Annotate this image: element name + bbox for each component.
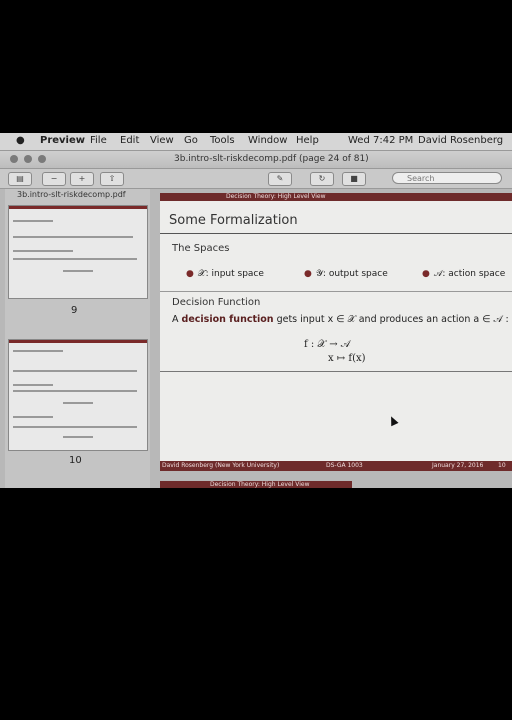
sidebar-file-name[interactable]: 3b.intro-slt-riskdecomp.pdf <box>5 189 150 201</box>
footer-page: 10 <box>498 462 506 469</box>
slide-header-text: Decision Theory: High Level View <box>226 193 326 200</box>
menu-help[interactable]: Help <box>296 135 319 146</box>
menu-file[interactable]: File <box>90 135 107 146</box>
share-icon[interactable]: ⇧ <box>100 172 124 186</box>
markup-pen-icon[interactable]: ✎ <box>268 172 292 186</box>
bullet-output-space: ● 𝒴: output space <box>304 269 388 279</box>
slide-footer: David Rosenberg (New York University) DS… <box>160 461 512 471</box>
window-titlebar: 3b.intro-slt-riskdecomp.pdf (page 24 of … <box>0 151 512 169</box>
math-element-line: x ↦ f(x) <box>328 353 366 364</box>
menu-view[interactable]: View <box>150 135 174 146</box>
annotate-icon[interactable]: ■ <box>342 172 366 186</box>
thumbnail-page-number: 9 <box>71 305 78 316</box>
section-heading-spaces: The Spaces <box>172 243 230 254</box>
menu-bar: ● Preview File Edit View Go Tools Window… <box>0 133 512 151</box>
screen: ● Preview File Edit View Go Tools Window… <box>0 133 512 488</box>
search-input[interactable]: Search <box>392 172 502 184</box>
zoom-in-button[interactable]: + <box>70 172 94 186</box>
slide-title: Some Formalization <box>169 213 298 228</box>
menu-tools[interactable]: Tools <box>210 135 235 146</box>
footer-date: January 27, 2016 <box>432 462 484 469</box>
minimize-window-icon[interactable] <box>24 155 32 163</box>
slide-header-strip: Decision Theory: High Level View <box>160 193 512 201</box>
footer-course: DS-GA 1003 <box>326 462 363 469</box>
next-slide-header-strip: Decision Theory: High Level View <box>160 481 352 488</box>
bullet-input-space: ● 𝒳: input space <box>186 269 264 279</box>
thumbnail-page-number: 10 <box>69 455 82 466</box>
section-heading-decision: Decision Function <box>172 297 261 308</box>
menu-window[interactable]: Window <box>248 135 287 146</box>
sidebar-toggle-button[interactable]: ▤ <box>8 172 32 186</box>
slide-page: Decision Theory: High Level View Some Fo… <box>160 193 512 471</box>
next-slide-header-text: Decision Theory: High Level View <box>210 481 310 488</box>
menu-user[interactable]: David Rosenberg <box>418 135 503 146</box>
menu-go[interactable]: Go <box>184 135 198 146</box>
menu-app-name[interactable]: Preview <box>40 135 85 146</box>
zoom-window-icon[interactable] <box>38 155 46 163</box>
page-thumbnail[interactable] <box>8 205 148 299</box>
apple-menu-icon[interactable]: ● <box>16 135 25 146</box>
menu-clock[interactable]: Wed 7:42 PM <box>348 135 413 146</box>
page-break-line <box>160 371 512 372</box>
close-window-icon[interactable] <box>10 155 18 163</box>
section-divider <box>160 291 512 292</box>
thumbnail-sidebar[interactable]: 3b.intro-slt-riskdecomp.pdf 9 10 <box>5 189 150 488</box>
page-thumbnail-selected[interactable] <box>8 339 148 451</box>
title-divider <box>160 233 512 234</box>
rotate-icon[interactable]: ↻ <box>310 172 334 186</box>
menu-edit[interactable]: Edit <box>120 135 139 146</box>
window-title: 3b.intro-slt-riskdecomp.pdf (page 24 of … <box>174 154 369 164</box>
footer-author: David Rosenberg (New York University) <box>162 462 280 469</box>
decision-function-definition: A decision function gets input x ∈ 𝒳 and… <box>172 314 509 325</box>
zoom-out-button[interactable]: − <box>42 172 66 186</box>
math-mapping-line: f : 𝒳 → 𝒜 <box>304 339 351 350</box>
toolbar: ▤ − + ⇧ ✎ ↻ ■ Search <box>0 169 512 189</box>
bullet-action-space: ● 𝒜: action space <box>422 269 506 279</box>
